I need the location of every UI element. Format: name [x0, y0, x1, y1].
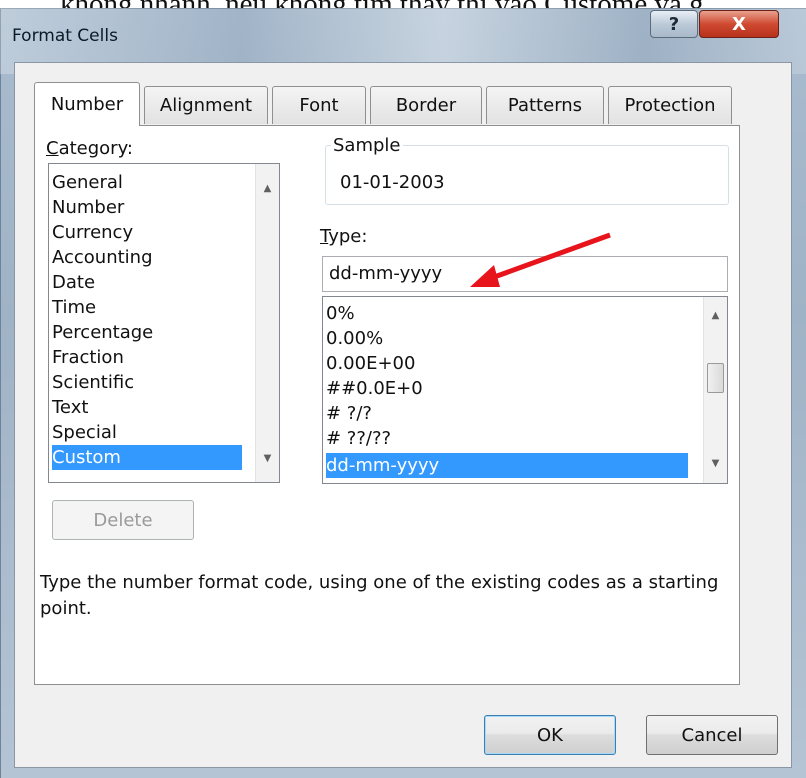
help-button[interactable]: ?	[650, 10, 698, 38]
category-item[interactable]: Fraction	[52, 345, 124, 370]
format-scrollbar[interactable]: ▲ ▼	[703, 297, 727, 483]
category-scrollbar[interactable]: ▲ ▼	[255, 164, 279, 482]
scroll-down-icon[interactable]: ▼	[704, 453, 727, 473]
tab-alignment[interactable]: Alignment	[144, 86, 268, 124]
close-icon: X	[732, 13, 746, 35]
format-item[interactable]: # ??/??	[326, 426, 391, 451]
format-description: Type the number format code, using one o…	[40, 572, 719, 619]
format-item[interactable]: 0.00E+00	[326, 351, 415, 376]
close-button[interactable]: X	[699, 10, 779, 38]
category-item[interactable]: Number	[52, 195, 124, 220]
tab-protection[interactable]: Protection	[608, 86, 732, 124]
format-item[interactable]: 0%	[326, 301, 355, 326]
category-item[interactable]: General	[52, 170, 123, 195]
category-item[interactable]: Time	[52, 295, 96, 320]
delete-button[interactable]: Delete	[52, 500, 194, 540]
format-item[interactable]: # ?/?	[326, 401, 372, 426]
annotation-arrow-line	[485, 232, 611, 283]
category-item[interactable]: Text	[52, 395, 88, 420]
tab-border[interactable]: Border	[370, 86, 482, 124]
format-item[interactable]: ##0.0E+0	[326, 376, 423, 401]
category-item[interactable]: Date	[52, 270, 95, 295]
category-listbox[interactable]: General Number Currency Accounting Date …	[48, 163, 280, 483]
category-item[interactable]: Percentage	[52, 320, 153, 345]
annotation-arrow-head	[470, 265, 500, 287]
annotation-arrow	[470, 232, 611, 287]
cancel-button[interactable]: Cancel	[646, 715, 778, 755]
window-title: Format Cells	[12, 26, 118, 46]
category-item-selected[interactable]: Custom	[52, 445, 242, 470]
category-label: Category:	[46, 138, 133, 159]
category-item[interactable]: Scientific	[52, 370, 134, 395]
tab-font[interactable]: Font	[272, 86, 366, 124]
category-item[interactable]: Accounting	[52, 245, 153, 270]
sample-label: Sample	[331, 135, 403, 156]
help-icon: ?	[668, 13, 680, 35]
tab-patterns[interactable]: Patterns	[486, 86, 604, 124]
scroll-down-icon[interactable]: ▼	[256, 448, 279, 468]
scroll-thumb[interactable]	[707, 363, 724, 393]
sample-value: 01-01-2003	[340, 172, 445, 193]
type-format-listbox[interactable]: 0% 0.00% 0.00E+00 ##0.0E+0 # ?/? # ??/??…	[322, 296, 728, 484]
category-item[interactable]: Currency	[52, 220, 133, 245]
category-item[interactable]: Special	[52, 420, 117, 445]
type-label: Type:	[320, 226, 368, 247]
tab-number[interactable]: Number	[34, 82, 140, 126]
ok-button[interactable]: OK	[484, 715, 616, 755]
format-item-selected[interactable]: dd-mm-yyyy	[326, 453, 688, 478]
scroll-up-icon[interactable]: ▲	[256, 178, 279, 198]
format-item[interactable]: 0.00%	[326, 326, 383, 351]
scroll-up-icon[interactable]: ▲	[704, 305, 727, 325]
